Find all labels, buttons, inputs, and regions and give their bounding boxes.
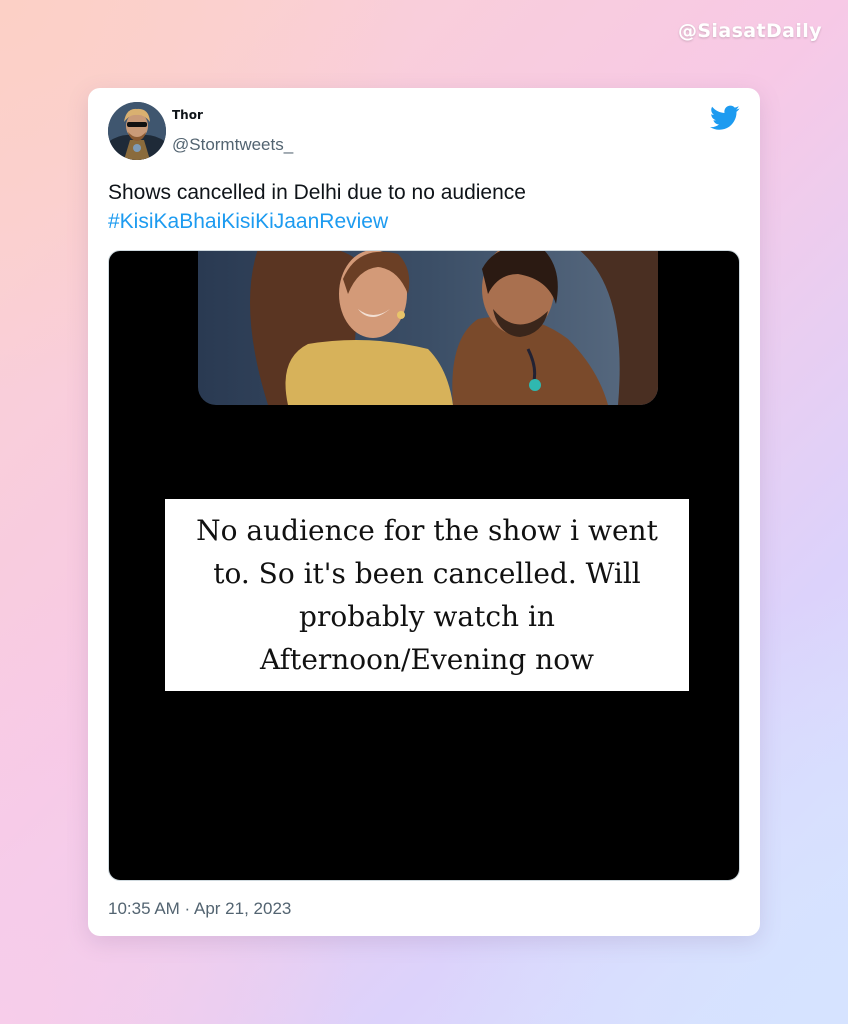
thor-avatar-image: [108, 102, 166, 160]
story-caption: No audience for the show i went to. So i…: [165, 499, 689, 691]
siasat-daily-watermark: @SiasatDaily: [677, 20, 822, 42]
tweet-timestamp[interactable]: 10:35 AM · Apr 21, 2023: [108, 899, 291, 919]
user-handle[interactable]: @Stormtweets_: [172, 135, 293, 155]
movie-still-image: [198, 251, 658, 405]
twitter-bird-icon[interactable]: [710, 104, 740, 132]
display-name[interactable]: Thor: [172, 108, 203, 122]
hashtag-link[interactable]: #KisiKaBhaiKisiKiJaan​Review: [108, 207, 738, 236]
tweet-media[interactable]: No audience for the show i went to. So i…: [108, 250, 740, 881]
user-avatar[interactable]: [108, 102, 166, 160]
tweet-card: Thor @Stormtweets_ Shows cancelled in De…: [88, 88, 760, 936]
tweet-text-line: Shows cancelled in Delhi due to no audie…: [108, 181, 526, 204]
tweet-text: Shows cancelled in Delhi due to no audie…: [108, 178, 738, 236]
